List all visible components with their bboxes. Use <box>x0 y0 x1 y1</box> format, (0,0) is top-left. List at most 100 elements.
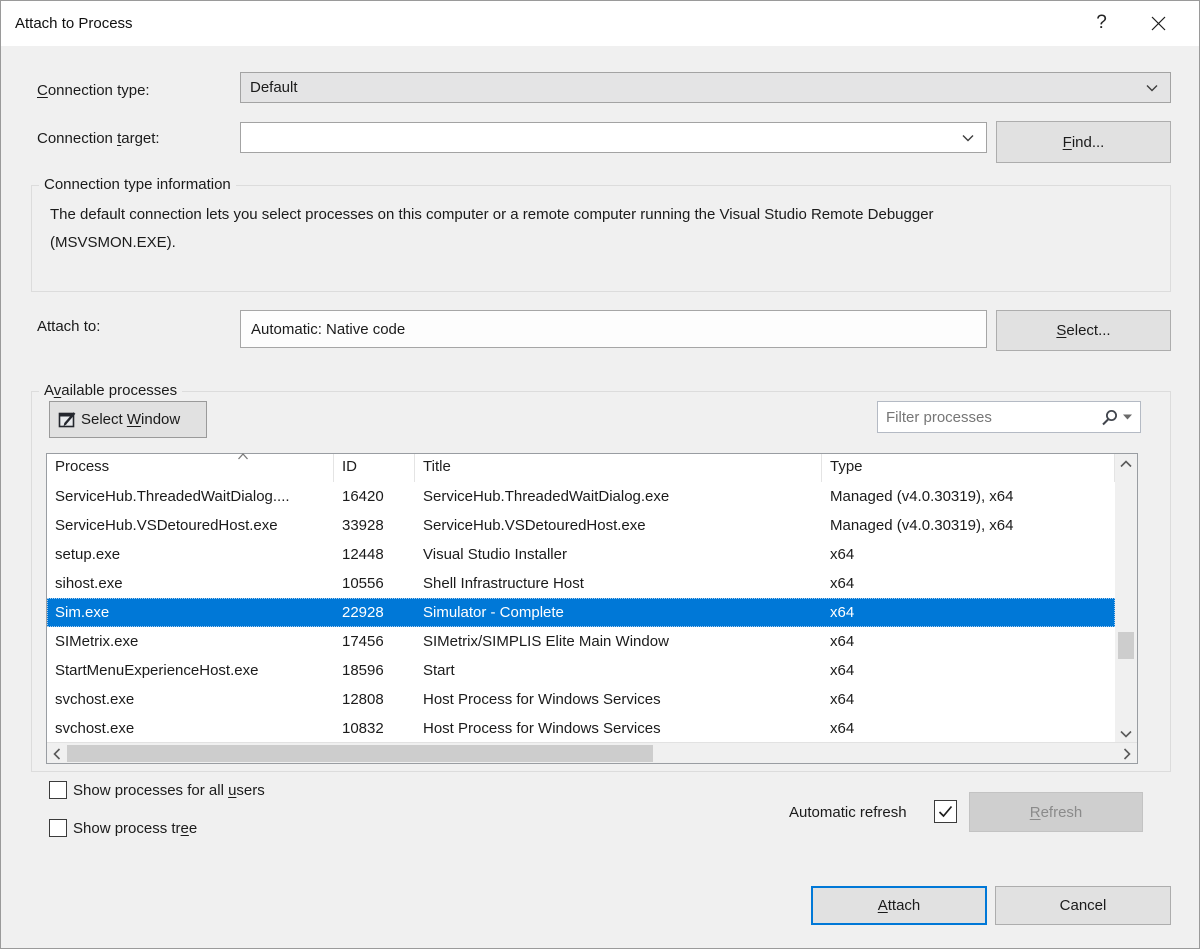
process-cell: Visual Studio Installer <box>415 540 822 569</box>
process-cell: 16420 <box>334 482 415 511</box>
vertical-scrollbar-thumb[interactable] <box>1118 632 1134 659</box>
scroll-right-button[interactable] <box>1117 743 1137 764</box>
process-cell: Simulator - Complete <box>415 598 822 627</box>
process-cell: x64 <box>822 714 1115 743</box>
attach-to-label: Attach to: <box>37 318 100 335</box>
attach-button[interactable]: Attach <box>811 886 987 925</box>
select-button[interactable]: Select... <box>996 310 1171 351</box>
attach-to-process-dialog: Attach to Process ? Connection type: Def… <box>0 0 1200 949</box>
connection-type-combobox[interactable]: Default <box>240 72 1171 103</box>
process-cell: SIMetrix.exe <box>47 627 334 656</box>
connection-target-combobox[interactable] <box>240 122 987 153</box>
process-cell: Sim.exe <box>47 598 334 627</box>
process-row[interactable]: setup.exe12448Visual Studio Installerx64 <box>47 540 1115 569</box>
process-rows: ServiceHub.ThreadedWaitDialog....16420Se… <box>47 482 1115 743</box>
scroll-left-icon <box>53 748 61 760</box>
help-icon: ? <box>1096 12 1107 34</box>
vertical-scrollbar[interactable] <box>1115 454 1137 743</box>
process-cell: 18596 <box>334 656 415 685</box>
process-cell: ServiceHub.VSDetouredHost.exe <box>415 511 822 540</box>
scroll-down-button[interactable] <box>1115 724 1137 743</box>
process-cell: svchost.exe <box>47 714 334 743</box>
process-cell: Host Process for Windows Services <box>415 685 822 714</box>
process-cell: ServiceHub.ThreadedWaitDialog.exe <box>415 482 822 511</box>
scroll-right-icon <box>1123 748 1131 760</box>
process-row[interactable]: sihost.exe10556Shell Infrastructure Host… <box>47 569 1115 598</box>
connection-type-info-text: The default connection lets you select p… <box>50 201 934 257</box>
process-cell: Shell Infrastructure Host <box>415 569 822 598</box>
close-button[interactable] <box>1136 1 1181 45</box>
connection-type-info-group: Connection type information The default … <box>31 185 1171 292</box>
column-header-process[interactable]: Process <box>47 454 334 482</box>
automatic-refresh-label[interactable]: Automatic refresh <box>789 804 907 821</box>
process-row[interactable]: Sim.exe22928Simulator - Completex64 <box>47 598 1115 627</box>
process-cell: x64 <box>822 656 1115 685</box>
filter-processes-input[interactable] <box>878 409 1101 426</box>
close-icon <box>1151 16 1166 31</box>
automatic-refresh-checkbox[interactable] <box>934 800 957 823</box>
search-icon[interactable] <box>1101 409 1118 426</box>
column-header-title[interactable]: Title <box>415 454 822 482</box>
process-cell: x64 <box>822 627 1115 656</box>
process-cell: 12448 <box>334 540 415 569</box>
show-process-tree-checkbox[interactable] <box>49 819 67 837</box>
show-process-tree-label[interactable]: Show process tree <box>73 820 197 837</box>
connection-target-label: Connection target: <box>37 130 160 147</box>
dialog-title: Attach to Process <box>15 15 133 32</box>
titlebar: Attach to Process ? <box>1 1 1199 46</box>
scroll-up-button[interactable] <box>1115 454 1137 473</box>
scroll-left-button[interactable] <box>47 743 67 764</box>
process-list-header: Process ID Title Type <box>47 454 1115 482</box>
connection-type-value: Default <box>241 79 1146 96</box>
available-processes-title: Available processes <box>39 382 182 399</box>
cancel-button[interactable]: Cancel <box>995 886 1171 925</box>
process-list: Process ID Title Type ServiceHub.Threade… <box>46 453 1138 764</box>
find-button[interactable]: Find... <box>996 121 1171 163</box>
chevron-down-icon <box>1146 84 1158 92</box>
process-cell: SIMetrix/SIMPLIS Elite Main Window <box>415 627 822 656</box>
show-all-users-checkbox[interactable] <box>49 781 67 799</box>
horizontal-scrollbar-thumb[interactable] <box>67 745 653 762</box>
horizontal-scrollbar[interactable] <box>47 742 1137 763</box>
process-row[interactable]: StartMenuExperienceHost.exe18596Startx64 <box>47 656 1115 685</box>
column-header-type[interactable]: Type <box>822 454 1115 482</box>
process-cell: x64 <box>822 569 1115 598</box>
help-button[interactable]: ? <box>1079 1 1124 45</box>
dropdown-caret-icon[interactable] <box>1123 414 1132 420</box>
process-cell: ServiceHub.VSDetouredHost.exe <box>47 511 334 540</box>
process-cell: x64 <box>822 598 1115 627</box>
select-window-button[interactable]: Select Window <box>49 401 207 438</box>
select-window-icon <box>57 409 79 431</box>
column-header-id[interactable]: ID <box>334 454 415 482</box>
select-window-label: Select Window <box>81 411 180 428</box>
process-cell: sihost.exe <box>47 569 334 598</box>
process-cell: ServiceHub.ThreadedWaitDialog.... <box>47 482 334 511</box>
process-cell: Managed (v4.0.30319), x64 <box>822 511 1115 540</box>
process-row[interactable]: svchost.exe10832Host Process for Windows… <box>47 714 1115 743</box>
process-row[interactable]: svchost.exe12808Host Process for Windows… <box>47 685 1115 714</box>
filter-processes-box <box>877 401 1141 433</box>
attach-to-value: Automatic: Native code <box>241 321 405 338</box>
process-cell: Host Process for Windows Services <box>415 714 822 743</box>
scroll-down-icon <box>1120 730 1132 738</box>
chevron-down-icon <box>962 134 974 142</box>
process-cell: 10832 <box>334 714 415 743</box>
refresh-button[interactable]: Refresh <box>969 792 1143 832</box>
process-cell: Managed (v4.0.30319), x64 <box>822 482 1115 511</box>
process-row[interactable]: ServiceHub.VSDetouredHost.exe33928Servic… <box>47 511 1115 540</box>
process-cell: x64 <box>822 540 1115 569</box>
process-row[interactable]: SIMetrix.exe17456SIMetrix/SIMPLIS Elite … <box>47 627 1115 656</box>
process-cell: Start <box>415 656 822 685</box>
connection-type-label: Connection type: <box>37 82 150 99</box>
checkmark-icon <box>938 805 953 818</box>
show-all-users-label[interactable]: Show processes for all users <box>73 782 265 799</box>
process-cell: 22928 <box>334 598 415 627</box>
connection-type-info-title: Connection type information <box>39 176 236 193</box>
attach-to-field[interactable]: Automatic: Native code <box>240 310 987 348</box>
process-cell: setup.exe <box>47 540 334 569</box>
process-cell: 12808 <box>334 685 415 714</box>
process-row[interactable]: ServiceHub.ThreadedWaitDialog....16420Se… <box>47 482 1115 511</box>
process-cell: StartMenuExperienceHost.exe <box>47 656 334 685</box>
process-cell: 33928 <box>334 511 415 540</box>
process-cell: 17456 <box>334 627 415 656</box>
